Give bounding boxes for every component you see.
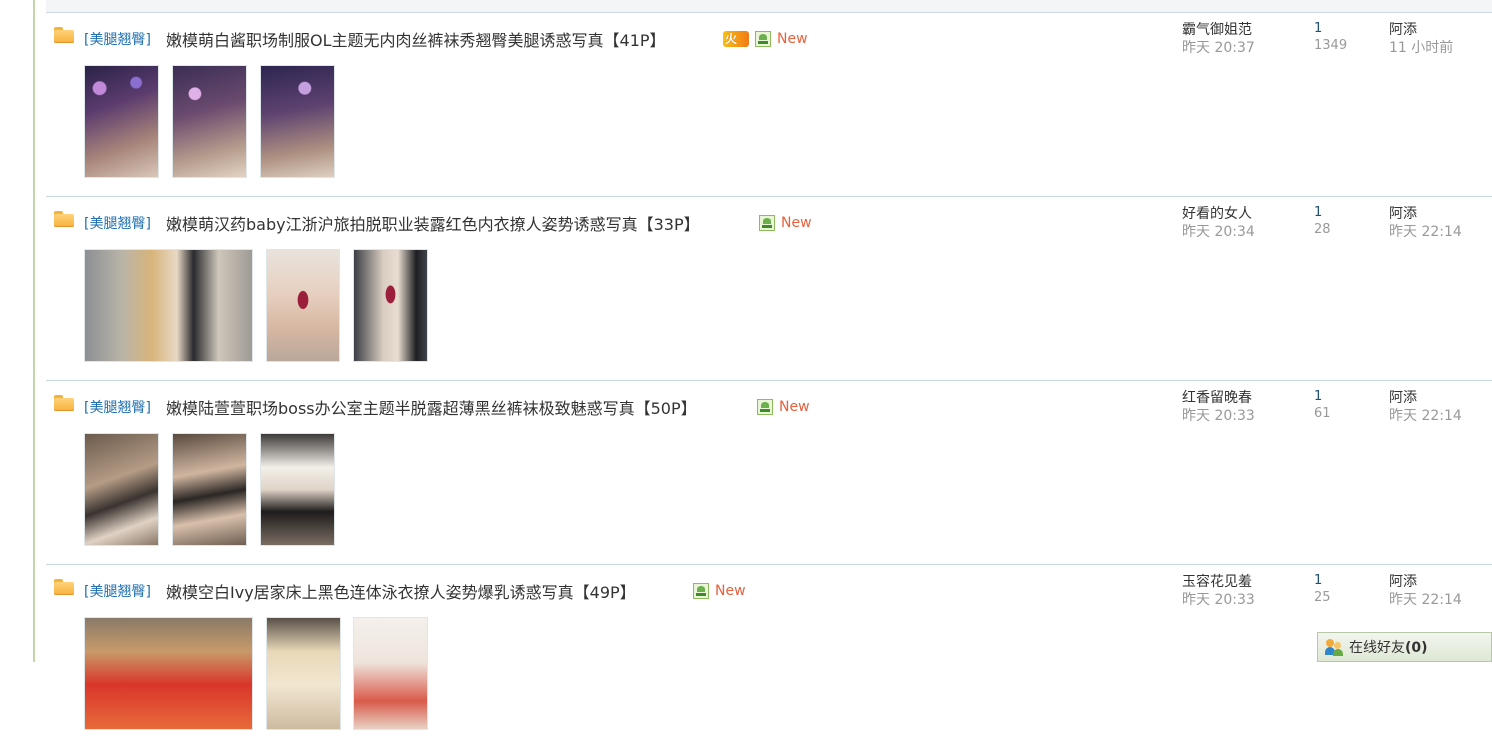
- image-attachment-icon: [757, 399, 773, 415]
- view-count: 28: [1314, 222, 1331, 237]
- thread-title-link[interactable]: 嫩模空白Ivy居家床上黑色连体泳衣撩人姿势爆乳诱惑写真【49P】: [166, 579, 636, 603]
- last-reply-time[interactable]: 昨天 22:14: [1389, 405, 1462, 425]
- thread-badges: New: [723, 30, 808, 48]
- view-count: 25: [1314, 590, 1331, 605]
- thread-post-time: 昨天 20:34: [1182, 224, 1255, 240]
- thread-badges: New: [693, 582, 746, 600]
- last-reply-time[interactable]: 昨天 22:14: [1389, 589, 1462, 609]
- thread-title-link[interactable]: 嫩模萌白酱职场制服OL主题无内肉丝裤袜秀翘臀美腿诱惑写真【41P】: [166, 27, 666, 51]
- view-count: 61: [1314, 406, 1331, 421]
- thread-post-time: 昨天 20:33: [1182, 408, 1255, 424]
- thread-row: [美腿翘臀] 嫩模萌汉药baby江浙沪旅拍脱职业装露红色内衣撩人姿势诱惑写真【3…: [46, 197, 1492, 381]
- last-reply-user[interactable]: 阿添: [1389, 387, 1417, 407]
- image-attachment-icon: [759, 215, 775, 231]
- reply-count[interactable]: 1: [1314, 573, 1322, 588]
- image-attachment-icon: [693, 583, 709, 599]
- thumbnail-image[interactable]: [353, 617, 428, 730]
- thread-category-link[interactable]: [美腿翘臀]: [84, 397, 151, 417]
- thumbnail-image[interactable]: [266, 249, 340, 362]
- thread-badges: New: [757, 398, 810, 416]
- thumbnail-image[interactable]: [84, 65, 159, 178]
- view-count: 1349: [1314, 38, 1348, 53]
- online-friends-button[interactable]: 在线好友(0): [1317, 632, 1492, 662]
- last-reply-user[interactable]: 阿添: [1389, 19, 1417, 39]
- friends-icon: [1325, 638, 1343, 656]
- online-friends-label: 在线好友(0): [1349, 637, 1428, 657]
- folder-icon: [54, 27, 74, 43]
- online-friends-text: 在线好友: [1349, 640, 1405, 656]
- thread-author[interactable]: 好看的女人: [1182, 203, 1252, 223]
- thumbnail-image[interactable]: [84, 433, 159, 546]
- thumbnail-image[interactable]: [266, 617, 341, 730]
- thread-title-link[interactable]: 嫩模陆萱萱职场boss办公室主题半脱露超薄黑丝裤袜极致魅惑写真【50P】: [166, 395, 697, 419]
- thumbnail-image[interactable]: [84, 249, 253, 362]
- thread-author[interactable]: 红香留晚春: [1182, 387, 1252, 407]
- thumbnail-image[interactable]: [172, 65, 247, 178]
- last-reply-user[interactable]: 阿添: [1389, 571, 1417, 591]
- hot-icon: [723, 30, 749, 47]
- folder-icon: [54, 579, 74, 595]
- new-badge: New: [779, 399, 810, 415]
- new-badge: New: [781, 215, 812, 231]
- thread-author[interactable]: 霸气御姐范: [1182, 19, 1252, 39]
- folder-icon: [54, 395, 74, 411]
- table-header-strip: [46, 0, 1492, 13]
- online-friends-count: (0): [1405, 640, 1428, 656]
- thread-post-time: 昨天 20:37: [1182, 40, 1255, 56]
- thumbnail-image[interactable]: [353, 249, 428, 362]
- thumbnail-image[interactable]: [172, 433, 247, 546]
- left-border: [33, 0, 35, 662]
- new-badge: New: [715, 583, 746, 599]
- thread-badges: New: [759, 214, 812, 232]
- thread-post-time: 昨天 20:33: [1182, 592, 1255, 608]
- thread-category-link[interactable]: [美腿翘臀]: [84, 29, 151, 49]
- thread-author[interactable]: 玉容花见羞: [1182, 571, 1252, 591]
- last-reply-time[interactable]: 11 小时前: [1389, 37, 1453, 57]
- thread-row: [美腿翘臀] 嫩模陆萱萱职场boss办公室主题半脱露超薄黑丝裤袜极致魅惑写真【5…: [46, 381, 1492, 565]
- folder-icon: [54, 211, 74, 227]
- last-reply-time[interactable]: 昨天 22:14: [1389, 221, 1462, 241]
- image-attachment-icon: [755, 31, 771, 47]
- thread-row: [美腿翘臀] 嫩模萌白酱职场制服OL主题无内肉丝裤袜秀翘臀美腿诱惑写真【41P】…: [46, 13, 1492, 197]
- thread-category-link[interactable]: [美腿翘臀]: [84, 581, 151, 601]
- new-badge: New: [777, 31, 808, 47]
- thread-title-link[interactable]: 嫩模萌汉药baby江浙沪旅拍脱职业装露红色内衣撩人姿势诱惑写真【33P】: [166, 211, 700, 235]
- thumbnail-image[interactable]: [260, 65, 335, 178]
- thumbnail-image[interactable]: [260, 433, 335, 546]
- reply-count[interactable]: 1: [1314, 389, 1322, 404]
- thread-category-link[interactable]: [美腿翘臀]: [84, 213, 151, 233]
- reply-count[interactable]: 1: [1314, 205, 1322, 220]
- thread-row: [美腿翘臀] 嫩模空白Ivy居家床上黑色连体泳衣撩人姿势爆乳诱惑写真【49P】 …: [46, 565, 1492, 748]
- thumbnail-image[interactable]: [84, 617, 253, 730]
- last-reply-user[interactable]: 阿添: [1389, 203, 1417, 223]
- reply-count[interactable]: 1: [1314, 21, 1322, 36]
